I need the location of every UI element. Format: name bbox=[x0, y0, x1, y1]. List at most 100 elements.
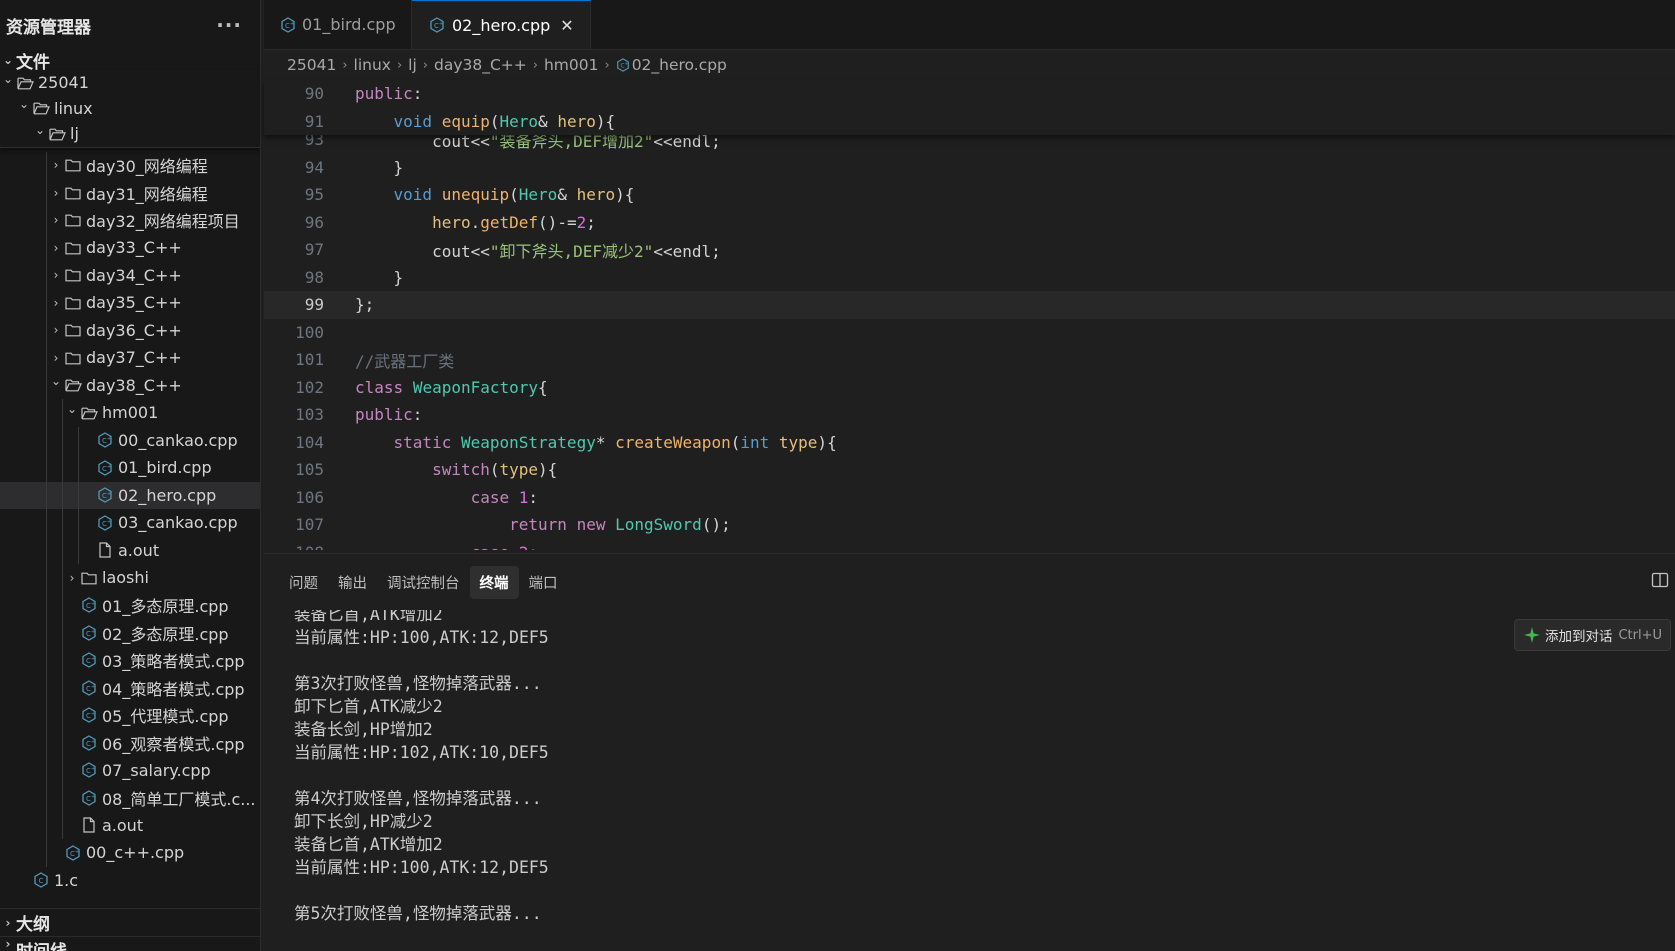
file-icon bbox=[80, 816, 98, 834]
code-line[interactable]: 102 class WeaponFactory{ bbox=[264, 374, 1675, 402]
breadcrumb-item[interactable]: 25041 bbox=[287, 56, 336, 74]
chevron-right-icon: › bbox=[53, 240, 59, 255]
tree-folder[interactable]: › day30_网络编程 bbox=[0, 151, 260, 179]
line-number: 99 bbox=[304, 295, 324, 315]
tree-folder[interactable]: ⌄ hm001 bbox=[0, 399, 260, 427]
tree-folder[interactable]: ⌄ day38_C++ bbox=[0, 371, 260, 399]
tree-file[interactable]: C +02_多态原理.cpp bbox=[0, 619, 260, 647]
breadcrumb-item[interactable]: linux bbox=[354, 56, 391, 74]
tree-file[interactable]: C +08_简单工厂模式.c... bbox=[0, 784, 260, 812]
tree-item-label: lj bbox=[70, 124, 79, 144]
breadcrumb-item[interactable]: lj bbox=[408, 56, 417, 74]
code-line[interactable]: 108 case 2: bbox=[264, 539, 1675, 550]
panel-tab[interactable]: 输出 bbox=[328, 566, 377, 599]
tree-folder[interactable]: › day36_C++ bbox=[0, 316, 260, 344]
tree-file[interactable]: C +01_bird.cpp bbox=[0, 454, 260, 482]
terminal[interactable]: 装备匕首,ATK增加2 当前属性:HP:100,ATK:12,DEF5 第3次打败怪… bbox=[264, 610, 1675, 951]
tree-folder[interactable]: › day33_C++ bbox=[0, 234, 260, 262]
tree-folder[interactable]: › day31_网络编程 bbox=[0, 179, 260, 207]
code-line[interactable]: 107 return new LongSword(); bbox=[264, 511, 1675, 539]
code-line[interactable]: 90 public: bbox=[264, 80, 1675, 108]
tree-folder[interactable]: › day32_网络编程项目 bbox=[0, 206, 260, 234]
tree-folder[interactable]: › day35_C++ bbox=[0, 289, 260, 317]
code-line[interactable]: 93 cout<<"装备斧头,DEF增加2"<<endl; bbox=[264, 135, 1675, 154]
code-text: switch(type){ bbox=[432, 460, 558, 480]
tree-file[interactable]: C +02_hero.cpp bbox=[0, 481, 260, 509]
files-section-header[interactable]: ⌄ 文件 bbox=[0, 50, 260, 73]
tree-folder[interactable]: ⌄ lj bbox=[0, 121, 260, 147]
code-line[interactable]: 94 } bbox=[264, 154, 1675, 182]
breadcrumb-item[interactable]: 02_hero.cpp bbox=[632, 56, 727, 74]
code-line[interactable]: 97 cout<<"卸下斧头,DEF减少2"<<endl; bbox=[264, 236, 1675, 264]
tree-item-label: day37_C++ bbox=[86, 348, 182, 368]
code-line[interactable]: 99}; bbox=[264, 291, 1675, 319]
tree-folder[interactable]: › laoshi bbox=[0, 564, 260, 592]
editor-tab[interactable]: C + 02_hero.cpp ✕ bbox=[412, 0, 591, 49]
close-icon[interactable]: ✕ bbox=[560, 16, 573, 35]
tree-file[interactable]: C 1.c bbox=[0, 867, 260, 895]
indent-guide bbox=[46, 811, 47, 839]
svg-text:+: + bbox=[107, 464, 111, 470]
timeline-section-label: 时间线 bbox=[16, 937, 67, 951]
tree-file[interactable]: a.out bbox=[0, 536, 260, 564]
indent-guide bbox=[62, 646, 63, 674]
code-line[interactable]: 106 case 1: bbox=[264, 484, 1675, 512]
panel-tab[interactable]: 端口 bbox=[519, 566, 568, 599]
tree-folder[interactable]: ⌄ 25041 bbox=[0, 70, 260, 96]
code-viewport[interactable]: 93 cout<<"装备斧头,DEF增加2"<<endl; 94 } 95 void… bbox=[264, 135, 1675, 550]
more-actions-icon[interactable]: ··· bbox=[216, 13, 242, 37]
tree-file[interactable]: C +00_cankao.cpp bbox=[0, 426, 260, 454]
terminal-line: 装备长剑,HP增加2 bbox=[294, 719, 433, 739]
code-line[interactable]: 96 hero.getDef()-=2; bbox=[264, 209, 1675, 237]
svg-text:+: + bbox=[75, 849, 79, 855]
tree-file[interactable]: C +04_策略者模式.cpp bbox=[0, 674, 260, 702]
tree-file[interactable]: C +00_c++.cpp bbox=[0, 839, 260, 867]
code-line[interactable]: 100 bbox=[264, 319, 1675, 347]
tree-file[interactable]: C +03_策略者模式.cpp bbox=[0, 646, 260, 674]
code-line[interactable]: 105 switch(type){ bbox=[264, 456, 1675, 484]
indent-guide bbox=[62, 399, 63, 427]
breadcrumb-item[interactable]: day38_C++ bbox=[434, 56, 527, 74]
chevron-right-icon: › bbox=[532, 57, 538, 73]
timeline-section-header[interactable]: › 时间线 bbox=[0, 936, 260, 951]
toggle-layout-icon[interactable] bbox=[1651, 572, 1669, 592]
panel-tab[interactable]: 终端 bbox=[469, 565, 519, 599]
tree-folder[interactable]: ⌄ linux bbox=[0, 96, 260, 122]
code-line[interactable]: 101 //武器工厂类 bbox=[264, 346, 1675, 374]
tree-file[interactable]: C +03_cankao.cpp bbox=[0, 509, 260, 537]
tree-file[interactable]: a.out bbox=[0, 811, 260, 839]
line-number: 105 bbox=[295, 460, 324, 480]
tree-file[interactable]: C +01_多态原理.cpp bbox=[0, 591, 260, 619]
chevron-right-icon: › bbox=[53, 350, 59, 365]
panel-tab[interactable]: 问题 bbox=[279, 566, 328, 599]
svg-text:+: + bbox=[107, 436, 111, 442]
indent-guide bbox=[46, 399, 47, 427]
tree-folder[interactable]: › day37_C++ bbox=[0, 344, 260, 372]
code-editor[interactable]: 90 public: 91 void equip(Hero& hero){ 93 c… bbox=[264, 80, 1675, 550]
tree-file[interactable]: C +06_观察者模式.cpp bbox=[0, 729, 260, 757]
chevron-right-icon: › bbox=[53, 185, 59, 200]
folder-open-icon bbox=[64, 376, 82, 394]
code-line[interactable]: 91 void equip(Hero& hero){ bbox=[264, 108, 1675, 136]
breadcrumb-item[interactable]: hm001 bbox=[544, 56, 599, 74]
code-line[interactable]: 95 void unequip(Hero& hero){ bbox=[264, 181, 1675, 209]
tree-item-label: 03_策略者模式.cpp bbox=[102, 652, 245, 672]
tree-file[interactable]: C +07_salary.cpp bbox=[0, 756, 260, 784]
indent-guide bbox=[62, 756, 63, 784]
chevron-right-icon: › bbox=[5, 915, 11, 930]
terminal-line: 卸下长剑,HP减少2 bbox=[294, 811, 433, 831]
tree-file[interactable]: C +05_代理模式.cpp bbox=[0, 701, 260, 729]
outline-section-header[interactable]: › 大纲 bbox=[0, 908, 260, 936]
add-to-chat-button[interactable]: 添加到对话 Ctrl+U bbox=[1513, 619, 1671, 651]
editor-tab[interactable]: C + 01_bird.cpp bbox=[264, 0, 412, 49]
code-line[interactable]: 98 } bbox=[264, 264, 1675, 292]
indent-guide bbox=[46, 234, 47, 262]
cpp-file-icon: C + bbox=[80, 734, 98, 752]
tree-item-label: 01_bird.cpp bbox=[118, 458, 212, 478]
panel-tab[interactable]: 调试控制台 bbox=[377, 566, 470, 599]
cpp-file-icon: C + bbox=[96, 514, 114, 532]
tree-folder[interactable]: › day34_C++ bbox=[0, 261, 260, 289]
code-line[interactable]: 103 public: bbox=[264, 401, 1675, 429]
indent-guide bbox=[46, 454, 47, 482]
code-line[interactable]: 104 static WeaponStrategy* createWeapon(… bbox=[264, 429, 1675, 457]
